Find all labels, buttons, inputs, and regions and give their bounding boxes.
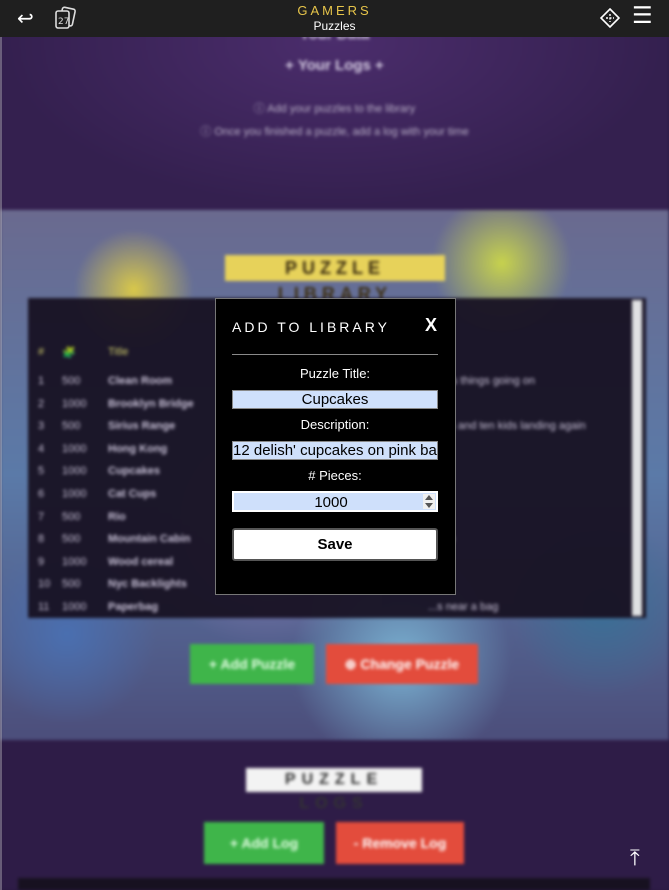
page-edge <box>0 0 2 890</box>
row-number: 2 <box>38 397 45 410</box>
add-puzzle-button[interactable]: + Add Puzzle <box>190 644 314 684</box>
add-to-library-dialog: ADD TO LIBRARY X Puzzle Title: Descripti… <box>215 298 456 595</box>
increment-icon[interactable] <box>425 495 433 500</box>
row-pieces: 1000 <box>62 601 87 613</box>
save-button[interactable]: Save <box>232 528 438 561</box>
row-title: Cat Cups <box>108 488 157 500</box>
scroll-to-top-icon[interactable]: ⤒ <box>630 845 640 871</box>
top-bar: ↩ 27 GAMERS Puzzles ☰ <box>0 0 669 37</box>
pieces-input[interactable] <box>234 493 428 512</box>
add-log-button[interactable]: + Add Log <box>204 822 324 864</box>
row-title: Nyc Backlights <box>108 578 187 591</box>
logs-table <box>18 878 650 890</box>
section-name: Puzzles <box>313 19 356 33</box>
intro-line-logs: + Your Logs + <box>285 57 384 74</box>
menu-icon[interactable]: ☰ <box>632 2 653 29</box>
row-title: Brooklyn Bridge <box>108 397 194 410</box>
row-description: ...s near a bag <box>428 601 499 613</box>
row-title: Rio <box>108 510 126 523</box>
row-number: 9 <box>38 555 45 568</box>
row-pieces: 500 <box>62 533 81 546</box>
row-pieces: 500 <box>62 510 81 523</box>
change-puzzle-button[interactable]: ⊕ Change Puzzle <box>326 644 478 684</box>
row-title: Paperbag <box>108 601 159 613</box>
library-title: PUZZLE LIBRARY <box>225 255 445 304</box>
row-number: 10 <box>38 578 51 591</box>
close-button[interactable]: X <box>425 315 437 336</box>
row-number: 4 <box>38 442 45 455</box>
spin-buttons[interactable] <box>423 494 435 509</box>
row-title: Cupcakes <box>108 465 160 478</box>
row-number: 8 <box>38 533 45 546</box>
row-title: Hong Kong <box>108 442 168 455</box>
col-pieces: 🧩 <box>62 347 76 359</box>
row-pieces: 1000 <box>62 488 87 500</box>
col-title: Title <box>108 346 129 358</box>
puzzle-title-label: Puzzle Title: <box>299 366 371 381</box>
dialog-divider <box>232 354 438 355</box>
row-title: Wood cereal <box>108 555 174 568</box>
remove-log-button[interactable]: - Remove Log <box>336 822 464 864</box>
row-number: 1 <box>38 375 45 387</box>
row-pieces: 500 <box>62 375 81 387</box>
pieces-stepper[interactable] <box>232 491 438 512</box>
row-pieces: 1000 <box>62 442 87 455</box>
row-title: Sirius Range <box>108 420 176 433</box>
brand-name: GAMERS <box>297 3 372 18</box>
decrement-icon[interactable] <box>425 503 433 508</box>
row-number: 6 <box>38 488 45 500</box>
dialog-title: ADD TO LIBRARY <box>232 319 390 335</box>
ticket-icon[interactable] <box>600 8 620 28</box>
row-number: 5 <box>38 465 45 478</box>
intro-hint-library: ⓘ Add your puzzles to the library <box>253 103 416 115</box>
row-title: Clean Room <box>108 375 173 387</box>
table-row[interactable]: 11 1000 Paperbag ...s near a bag <box>28 601 628 623</box>
row-pieces: 500 <box>62 420 81 433</box>
description-label: Description: <box>300 417 370 432</box>
intro-hint-log: ⓘ Once you finished a puzzle, add a log … <box>200 126 469 138</box>
row-title: Mountain Cabin <box>108 533 191 546</box>
logs-title: PUZZLE LOGS <box>246 768 422 812</box>
row-pieces: 1000 <box>62 465 87 478</box>
puzzle-title-input[interactable] <box>232 390 438 409</box>
row-number: 7 <box>38 510 45 523</box>
description-input[interactable] <box>232 441 438 460</box>
table-scrollbar[interactable] <box>632 300 642 616</box>
pieces-label: # Pieces: <box>308 468 362 483</box>
row-pieces: 1000 <box>62 397 87 410</box>
row-number: 11 <box>38 601 50 613</box>
col-number: # <box>38 346 45 358</box>
row-pieces: 500 <box>62 578 81 591</box>
row-number: 3 <box>38 420 45 433</box>
row-pieces: 1000 <box>62 555 87 568</box>
